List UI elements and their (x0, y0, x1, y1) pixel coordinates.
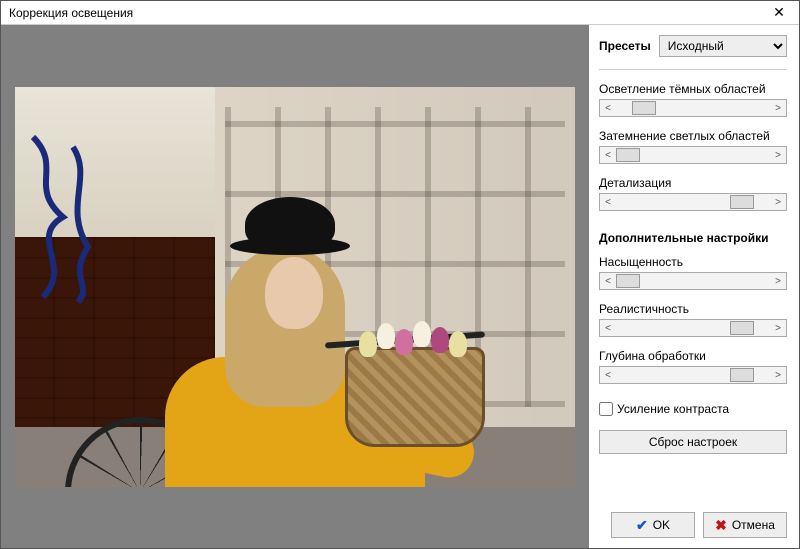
chevron-right-icon[interactable]: > (770, 320, 786, 336)
chevron-left-icon[interactable]: < (600, 194, 616, 210)
chevron-right-icon[interactable]: > (770, 194, 786, 210)
slider-detail[interactable]: < > (599, 193, 787, 211)
slider-label-realism: Реалистичность (599, 302, 787, 316)
close-icon: ✕ (773, 4, 785, 21)
contrast-boost-row[interactable]: Усиление контраста (599, 402, 787, 416)
ok-button[interactable]: ✔ OK (611, 512, 695, 538)
titlebar: Коррекция освещения ✕ (1, 1, 799, 25)
presets-label: Пресеты (599, 39, 651, 53)
chevron-left-icon[interactable]: < (600, 100, 616, 116)
slider-realism[interactable]: < > (599, 319, 787, 337)
chevron-left-icon[interactable]: < (600, 320, 616, 336)
divider (599, 69, 787, 70)
presets-select[interactable]: Исходный (659, 35, 787, 57)
slider-label-detail: Детализация (599, 176, 787, 190)
chevron-right-icon[interactable]: > (770, 273, 786, 289)
slider-darken-light[interactable]: < > (599, 146, 787, 164)
close-button[interactable]: ✕ (759, 1, 799, 25)
check-icon: ✔ (636, 517, 648, 534)
cross-icon: ✖ (715, 517, 727, 534)
chevron-right-icon[interactable]: > (770, 367, 786, 383)
contrast-boost-label: Усиление контраста (617, 402, 729, 416)
slider-label-saturation: Насыщенность (599, 255, 787, 269)
chevron-right-icon[interactable]: > (770, 147, 786, 163)
preview-image (15, 87, 575, 487)
controls-panel: Пресеты Исходный Осветление тёмных облас… (589, 25, 799, 548)
cancel-button[interactable]: ✖ Отмена (703, 512, 787, 538)
contrast-boost-checkbox[interactable] (599, 402, 613, 416)
slider-label-darken-light: Затемнение светлых областей (599, 129, 787, 143)
slider-lighten-dark[interactable]: < > (599, 99, 787, 117)
slider-saturation[interactable]: < > (599, 272, 787, 290)
slider-depth[interactable]: < > (599, 366, 787, 384)
chevron-right-icon[interactable]: > (770, 100, 786, 116)
chevron-left-icon[interactable]: < (600, 147, 616, 163)
slider-label-depth: Глубина обработки (599, 349, 787, 363)
advanced-heading: Дополнительные настройки (599, 231, 787, 245)
chevron-left-icon[interactable]: < (600, 273, 616, 289)
reset-button[interactable]: Сброс настроек (599, 430, 787, 454)
preview-pane (1, 25, 589, 548)
window-title: Коррекция освещения (9, 6, 133, 20)
slider-label-lighten-dark: Осветление тёмных областей (599, 82, 787, 96)
chevron-left-icon[interactable]: < (600, 367, 616, 383)
